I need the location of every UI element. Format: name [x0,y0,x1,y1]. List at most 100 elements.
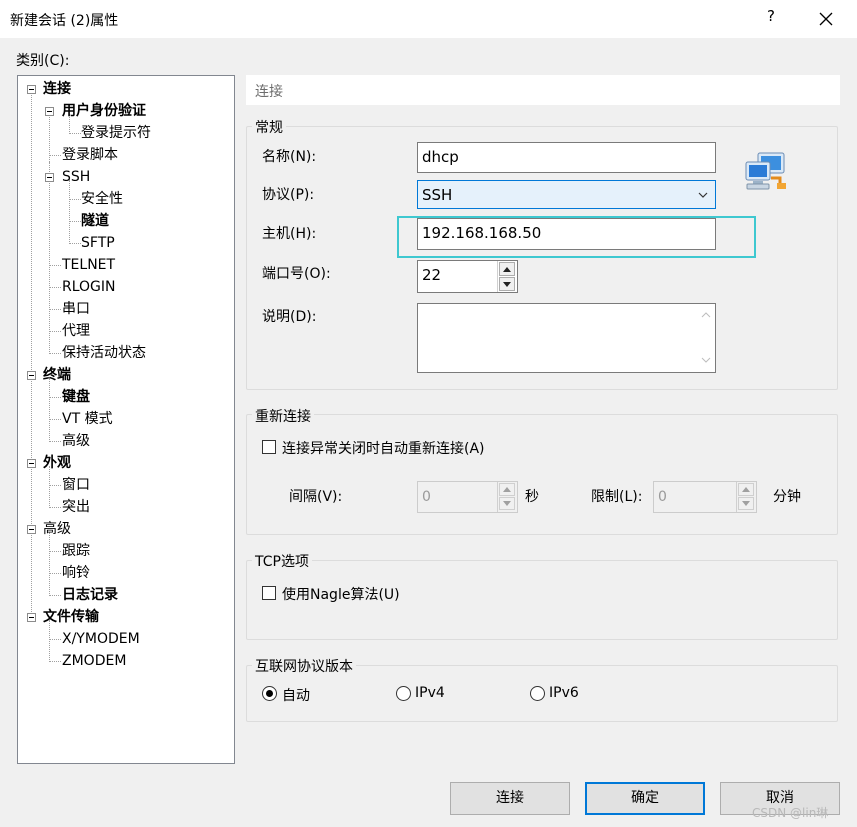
tree-connector [49,155,61,156]
panel-header-title: 连接 [255,84,283,100]
ipv4-radio[interactable] [396,686,411,701]
limit-field[interactable]: 0 [653,481,757,513]
tree-connector [49,661,61,662]
ok-button[interactable]: 确定 [585,782,705,815]
description-field[interactable] [417,303,716,373]
description-scrollbar[interactable] [697,304,715,372]
port-spinner [497,261,515,292]
port-down-button[interactable] [499,277,515,291]
tree-item-zmodem[interactable]: ZMODEM [62,652,126,670]
network-computer-icon [745,152,786,190]
tree-item-trace[interactable]: 跟踪 [62,542,90,560]
collapse-toggle-icon[interactable] [45,173,54,182]
tree-connector [49,595,61,596]
protocol-label: 协议(P): [262,187,315,203]
tree-connector [49,419,61,420]
category-label: 类别(C): [16,53,70,69]
category-tree[interactable]: 连接 用户身份验证 登录提示符 登录脚本 SSH 安全性 隧道 SFTP TEL… [17,75,235,764]
collapse-toggle-icon[interactable] [27,371,36,380]
collapse-toggle-icon[interactable] [27,85,36,94]
limit-up-button[interactable] [738,483,754,496]
tree-item-serial[interactable]: 串口 [62,300,90,318]
tree-item-tunnel[interactable]: 隧道 [81,212,109,230]
collapse-toggle-icon[interactable] [27,613,36,622]
ipv6-label: IPv6 [549,685,579,701]
auto-reconnect-label: 连接异常关闭时自动重新连接(A) [282,441,485,457]
tree-item-sftp[interactable]: SFTP [81,234,115,252]
connect-button[interactable]: 连接 [450,782,570,815]
tree-connector [69,243,81,244]
tree-item-ssh[interactable]: SSH [62,168,90,186]
tree-connector [49,441,61,442]
tree-connector [49,353,61,354]
tree-item-terminal-advanced[interactable]: 高级 [62,432,90,450]
ipv6-radio[interactable] [530,686,545,701]
tree-item-connection[interactable]: 连接 [43,80,71,98]
tree-connector [49,331,61,332]
interval-field[interactable]: 0 [417,481,518,513]
tree-connector [49,639,61,640]
description-label: 说明(D): [262,309,317,325]
tree-item-logging[interactable]: 日志记录 [62,586,118,604]
tree-item-keepalive[interactable]: 保持活动状态 [62,344,146,362]
host-highlight-box [397,216,756,258]
name-label: 名称(N): [262,149,317,165]
tree-item-vt-mode[interactable]: VT 模式 [62,410,113,428]
scroll-up-icon [701,312,711,318]
reconnect-group-title: 重新连接 [252,406,314,426]
tree-item-telnet[interactable]: TELNET [62,256,115,274]
tree-connector [49,485,61,486]
nagle-checkbox[interactable] [262,586,276,600]
help-button[interactable]: ? [760,7,782,31]
interval-down-button[interactable] [499,497,515,510]
arrow-up-icon [503,266,511,272]
tree-item-login-script[interactable]: 登录脚本 [62,146,118,164]
watermark: CSDN @lin琳 [752,806,829,820]
port-label: 端口号(O): [262,266,331,282]
tree-item-keyboard[interactable]: 键盘 [62,388,90,406]
tree-item-window[interactable]: 窗口 [62,476,90,494]
tree-connector [69,221,81,222]
arrow-up-icon [503,487,511,492]
collapse-toggle-icon[interactable] [27,459,36,468]
arrow-down-icon [503,281,511,287]
ip-auto-label: 自动 [282,688,310,704]
tree-item-bell[interactable]: 响铃 [62,564,90,582]
interval-label: 间隔(V): [289,489,343,505]
tree-item-highlight[interactable]: 突出 [62,498,90,516]
tree-item-rlogin[interactable]: RLOGIN [62,278,116,296]
tree-item-xymodem[interactable]: X/YMODEM [62,630,140,648]
tree-connector [69,180,70,244]
close-button[interactable] [813,6,839,32]
auto-reconnect-checkbox[interactable] [262,440,276,454]
tree-connector [49,287,61,288]
limit-value: 0 [658,489,667,505]
collapse-toggle-icon[interactable] [45,107,54,116]
tree-item-advanced[interactable]: 高级 [43,520,71,538]
port-up-button[interactable] [499,262,515,276]
tree-item-login-prompt[interactable]: 登录提示符 [81,124,151,142]
tree-item-proxy[interactable]: 代理 [62,322,90,340]
window-title: 新建会话 (2)属性 [10,13,119,29]
general-group-title: 常规 [252,117,286,137]
tree-item-terminal[interactable]: 终端 [43,366,71,384]
interval-up-button[interactable] [499,483,515,496]
tree-connector [49,309,61,310]
tree-connector [49,551,61,552]
tree-item-file-transfer[interactable]: 文件传输 [43,608,99,626]
tree-item-security[interactable]: 安全性 [81,190,123,208]
name-field[interactable]: dhcp [417,142,716,173]
tree-connector [49,466,50,508]
protocol-select[interactable]: SSH [417,180,716,209]
limit-down-button[interactable] [738,497,754,510]
ip-auto-radio[interactable] [262,686,277,701]
port-field[interactable]: 22 [417,260,518,293]
ip-version-group-title: 互联网协议版本 [252,656,356,676]
tree-item-auth[interactable]: 用户身份验证 [62,102,146,120]
tree-item-appearance[interactable]: 外观 [43,454,71,472]
collapse-toggle-icon[interactable] [27,525,36,534]
interval-spinner [497,482,515,512]
protocol-value: SSH [422,186,453,204]
tree-connector [69,133,81,134]
tree-connector [49,620,50,662]
